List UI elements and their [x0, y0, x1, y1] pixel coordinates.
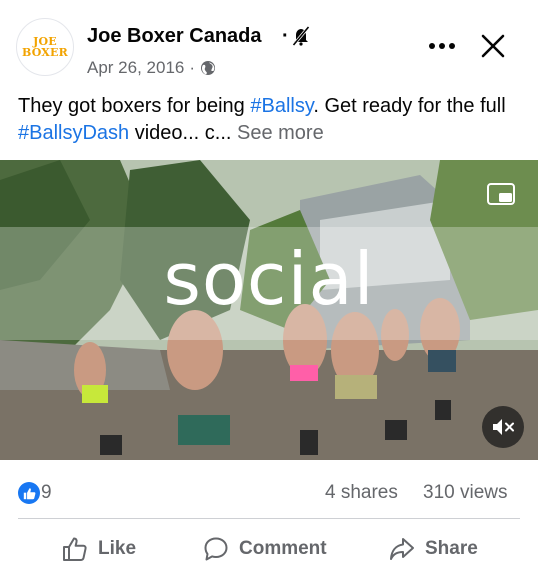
comment-label: Comment — [239, 538, 327, 559]
post-text-segment: . Get ready for the full — [313, 95, 506, 117]
like-button[interactable]: Like — [62, 533, 136, 565]
header-separator: · — [282, 25, 289, 47]
reaction-count[interactable]: 9 — [41, 482, 52, 504]
dot-icon — [439, 43, 445, 49]
page-name[interactable]: Joe Boxer Canada — [87, 25, 262, 48]
post-text-segment: They got boxers for being — [18, 95, 251, 117]
dot-icon — [429, 43, 435, 49]
video-caption: social — [163, 237, 375, 321]
volume-muted-icon — [493, 419, 514, 435]
post-meta: Apr 26, 2016 · — [87, 58, 216, 78]
thumbs-up-icon — [23, 487, 35, 499]
reactions-bar: 9 4 shares 310 views — [0, 474, 538, 510]
avatar-logo-line2: BOXER — [22, 46, 68, 59]
like-label: Like — [98, 538, 137, 559]
notifications-off-icon[interactable] — [292, 26, 310, 46]
close-icon[interactable] — [480, 33, 506, 59]
divider — [18, 518, 520, 519]
more-options-button[interactable] — [426, 34, 458, 58]
avatar[interactable]: JOE BOXER — [16, 18, 74, 76]
like-reaction-icon[interactable] — [18, 482, 40, 504]
comment-button[interactable]: Comment — [203, 533, 327, 565]
comment-icon — [204, 537, 228, 561]
post-text: They got boxers for being #Ballsy. Get r… — [18, 93, 523, 147]
share-label: Share — [425, 538, 478, 559]
dot-icon — [449, 43, 455, 49]
post-header: JOE BOXER Joe Boxer Canada · Apr 26, 201… — [0, 0, 538, 88]
see-more-link[interactable]: See more — [237, 122, 324, 144]
action-bar: Like Comment Share — [0, 527, 538, 571]
views-count: 310 views — [423, 482, 508, 503]
share-button[interactable]: Share — [389, 533, 478, 565]
meta-separator: · — [189, 58, 196, 77]
hashtag-link[interactable]: #Ballsy — [250, 95, 313, 117]
picture-in-picture-icon[interactable] — [486, 182, 516, 206]
video-player[interactable]: social — [0, 160, 538, 460]
hashtag-link[interactable]: #BallsyDash — [18, 122, 129, 144]
mute-button[interactable] — [482, 406, 524, 448]
thumbs-up-icon — [63, 537, 87, 561]
post-date[interactable]: Apr 26, 2016 — [87, 58, 184, 78]
shares-count[interactable]: 4 shares — [325, 482, 398, 504]
globe-icon — [201, 61, 216, 75]
post-text-segment: video... c... — [129, 122, 237, 144]
share-arrow-icon — [390, 538, 414, 560]
